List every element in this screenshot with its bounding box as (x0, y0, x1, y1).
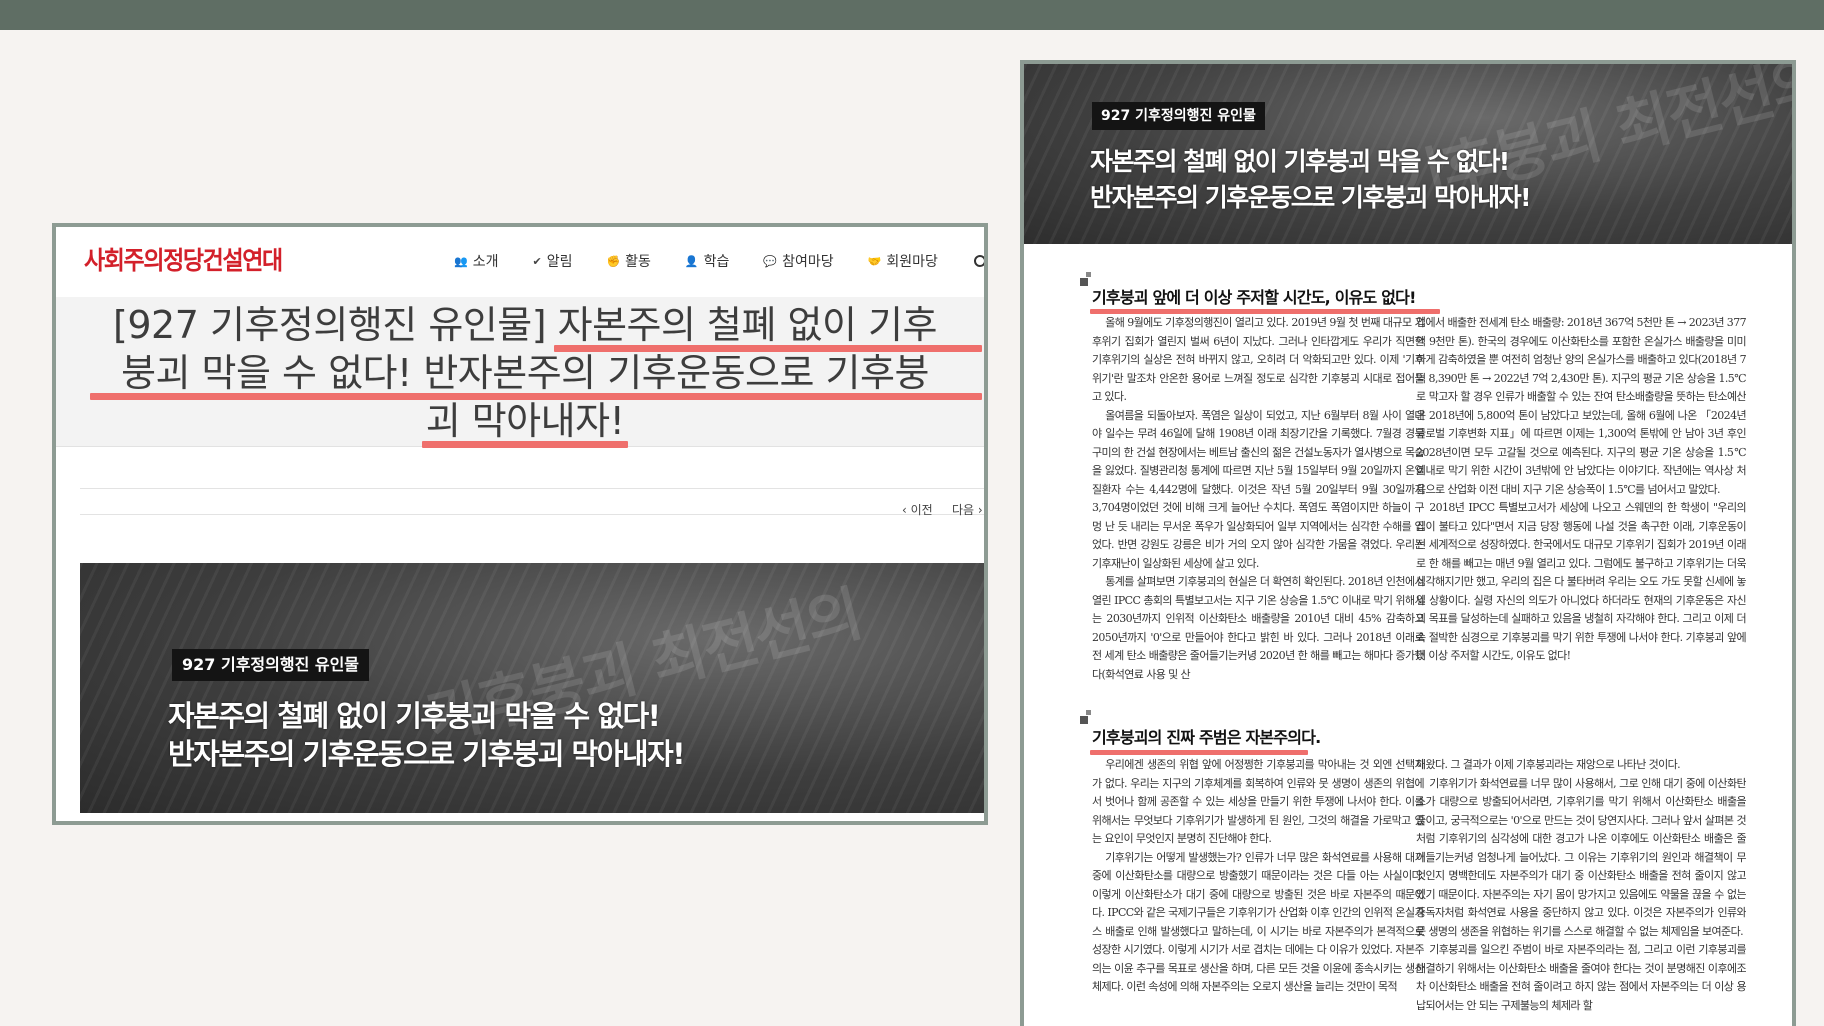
paragraph: 해왔다. 그 결과가 이제 기후붕괴라는 재앙으로 나타난 것이다. (1416, 758, 1681, 771)
paragraph: 올해 9월에도 기후정의행진이 열리고 있다. 2019년 9월 첫 번째 대규… (1092, 316, 1424, 403)
chevron-left-icon: ‹ (902, 503, 911, 517)
nav-label: 참여마당 (782, 254, 834, 270)
magazine-hero: 기후붕괴 최전선의 927 기후정의행진 유인물 자본주의 철폐 없이 기후붕괴… (1024, 64, 1792, 244)
magazine-page: 기후붕괴 최전선의 927 기후정의행진 유인물 자본주의 철폐 없이 기후붕괴… (1020, 60, 1796, 1026)
page-title-line-2: 붕괴 막을 수 없다! 반자본주의 기후운동으로 기후붕 (121, 351, 929, 395)
hero-headline-line-2: 반자본주의 기후운동으로 기후붕괴 막아내자! (168, 737, 685, 771)
paragraph: 통계를 살펴보면 기후붕괴의 현실은 더 확연히 확인된다. 2018년 인천에… (1092, 575, 1424, 681)
highlight-underline (422, 441, 628, 448)
category-tag: 927 기후정의행진 유인물 (172, 649, 370, 681)
hero-headline-line-1: 자본주의 철폐 없이 기후붕괴 막을 수 없다! (168, 699, 661, 733)
pager-prev[interactable]: ‹ 이전 (902, 501, 933, 518)
nav-item-members[interactable]: 🤝 회원마당 (868, 251, 938, 271)
highlight-underline (90, 393, 982, 400)
site-header: 사회주의정당건설연대 👥 소개 ✔ 알림 ✊ 활동 👤 학습 💬 참여마당 🤝 … (56, 227, 984, 297)
pager-next[interactable]: 다음 › (952, 501, 983, 518)
section-1-column-2: 업에서 배출한 전세계 탄소 배출량: 2018년 367억 5천만 톤 → 2… (1416, 314, 1746, 760)
hero-headline-line-2: 반자본주의 기후운동으로 기후붕괴 막아내자! (1090, 183, 1532, 212)
top-band (0, 0, 1824, 30)
section-1-column-1: 올해 9월에도 기후정의행진이 열리고 있다. 2019년 9월 첫 번째 대규… (1092, 314, 1424, 760)
paragraph: 기후붕괴를 일으킨 주범이 바로 자본주의라는 점, 그리고 이런 기후붕괴를 … (1416, 943, 1746, 1012)
section-1-title: 기후붕괴 앞에 더 이상 주저할 시간도, 이유도 없다! (1092, 288, 1416, 307)
nav-item-activity[interactable]: ✊ 활동 (606, 251, 650, 271)
chat-icon: 💬 (763, 254, 778, 268)
hero-headline-line-1: 자본주의 철폐 없이 기후붕괴 막을 수 없다! (1090, 147, 1510, 176)
fist-icon: ✊ (606, 254, 621, 268)
nav-item-about[interactable]: 👥 소개 (454, 251, 498, 271)
divider (80, 488, 984, 489)
section-2-title: 기후붕괴의 진짜 주범은 자본주의다. (1092, 728, 1321, 747)
check-icon: ✔ (532, 254, 542, 268)
nav-label: 소개 (472, 254, 499, 270)
category-tag: 927 기후정의행진 유인물 (1092, 102, 1265, 130)
section-2-column-2: 해왔다. 그 결과가 이제 기후붕괴라는 재앙으로 나타난 것이다. 기후위기가… (1416, 756, 1746, 1026)
section-2-column-1: 우리에겐 생존의 위협 앞에 어정쩡한 기후붕괴를 막아내는 것 외엔 선택지가… (1092, 756, 1424, 1026)
main-nav: 👥 소개 ✔ 알림 ✊ 활동 👤 학습 💬 참여마당 🤝 회원마당 (454, 251, 972, 271)
section-marker (1086, 710, 1091, 715)
featured-image[interactable]: 기후붕괴 최전선의 927 기후정의행진 유인물 자본주의 철폐 없이 기후붕괴… (80, 563, 984, 813)
paragraph: 2018년 IPCC 특별보고서가 세상에 나오고 스웨덴의 한 학생이 "우리… (1416, 501, 1746, 662)
nav-label: 학습 (703, 254, 730, 270)
paragraph: 업에서 배출한 전세계 탄소 배출량: 2018년 367억 5천만 톤 → 2… (1416, 316, 1746, 496)
page-title-line-1: [927 기후정의행진 유인물] 자본주의 철폐 없이 기후 (113, 303, 937, 347)
nav-item-participation[interactable]: 💬 참여마당 (763, 251, 833, 271)
highlight-underline (1090, 750, 1308, 755)
study-icon: 👤 (684, 254, 699, 268)
highlight-underline (554, 345, 982, 352)
handshake-icon: 🤝 (867, 254, 882, 268)
pager-prev-label: 이전 (910, 503, 933, 517)
pager-next-label: 다음 (952, 503, 975, 517)
divider (80, 514, 984, 515)
website-screenshot: 사회주의정당건설연대 👥 소개 ✔ 알림 ✊ 활동 👤 학습 💬 참여마당 🤝 … (52, 223, 988, 825)
search-icon[interactable] (974, 255, 984, 267)
paragraph: 올여름을 되돌아보자. 폭염은 일상이 되었고, 지난 6월부터 8월 사이 열… (1092, 408, 1424, 570)
section-marker (1080, 278, 1088, 286)
users-icon: 👥 (454, 254, 468, 268)
nav-label: 알림 (546, 254, 573, 270)
section-marker (1080, 716, 1088, 724)
paragraph: 기후위기는 어떻게 발생했는가? 인류가 너무 많은 화석연료를 사용해 대기 … (1092, 850, 1424, 994)
section-marker (1086, 272, 1091, 277)
site-logo[interactable]: 사회주의정당건설연대 (84, 241, 283, 277)
chevron-right-icon: › (974, 503, 983, 517)
page-title-line-3: 괴 막아내자! (425, 399, 625, 443)
nav-label: 활동 (625, 254, 651, 270)
paragraph: 우리에겐 생존의 위협 앞에 어정쩡한 기후붕괴를 막아내는 것 외엔 선택지가… (1092, 758, 1424, 845)
paragraph: 기후위기가 화석연료를 너무 많이 사용해서, 그로 인해 대기 중에 이산화탄… (1416, 776, 1746, 938)
page-title: [927 기후정의행진 유인물] 자본주의 철폐 없이 기후 붕괴 막을 수 없… (80, 301, 970, 445)
nav-item-study[interactable]: 👤 학습 (685, 251, 729, 271)
nav-label: 회원마당 (886, 254, 938, 270)
nav-item-notice[interactable]: ✔ 알림 (532, 251, 572, 271)
